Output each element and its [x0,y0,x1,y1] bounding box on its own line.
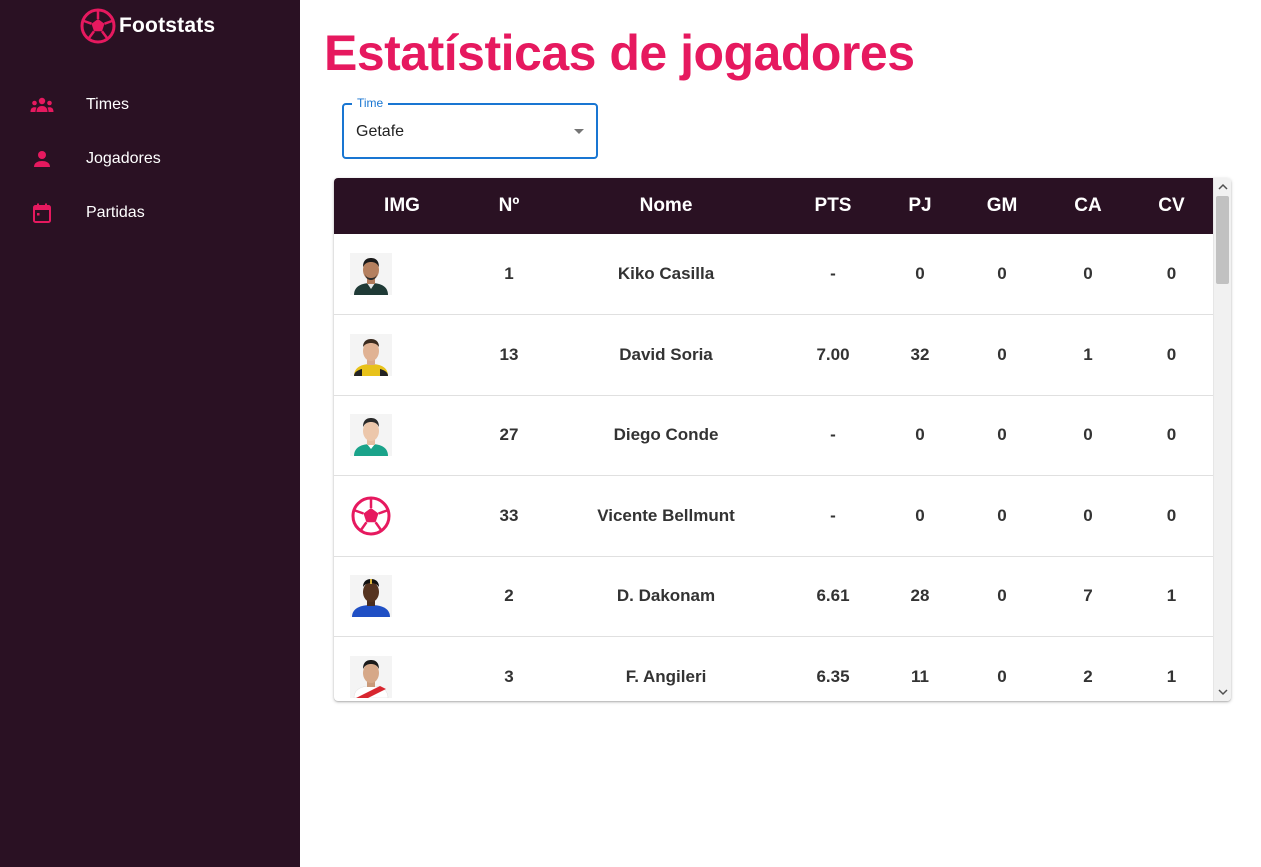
player-image-cell [334,556,470,637]
table-body: 1 Kiko Casilla - 0 0 0 0 13 David Soria … [334,234,1213,701]
player-pj: 0 [915,505,925,525]
table-row[interactable]: 1 Kiko Casilla - 0 0 0 0 [334,234,1213,315]
column-header-pj: PJ [908,195,932,216]
player-ca: 0 [1083,264,1093,283]
player-ca: 7 [1083,586,1093,606]
player-pts: 7.00 [816,344,850,364]
player-image-cell [334,395,470,476]
players-table-container: IMG Nº Nome PTS PJ GM CA CV 1 Kiko Casil… [334,178,1231,701]
scrollbar-thumb[interactable] [1216,196,1229,284]
player-name: Vicente Bellmunt [597,505,735,525]
player-pts: 6.61 [816,586,850,606]
player-pj: 0 [915,264,925,283]
player-name: D. Dakonam [616,586,716,606]
sidebar-item-jogadores[interactable]: Jogadores [0,132,300,186]
player-name: Diego Conde [613,425,719,445]
player-cv: 1 [1166,586,1177,606]
table-row[interactable]: 27 Diego Conde - 0 0 0 0 [334,395,1213,476]
brand[interactable]: Footstats [80,7,215,45]
table-header-row: IMG Nº Nome PTS PJ GM CA CV [334,178,1213,234]
player-pts: - [830,425,836,445]
chevron-down-icon [574,129,584,134]
team-select-value: Getafe [356,123,405,140]
table-row[interactable]: 13 David Soria 7.00 32 0 1 0 [334,315,1213,396]
player-cv: 0 [1166,425,1177,445]
player-number: 33 [499,505,519,525]
player-number: 13 [499,344,519,364]
player-image-cell [334,476,470,557]
sidebar: Footstats Times Jogadores Partidas [0,0,300,867]
column-header-pts: PTS [814,195,852,216]
player-cv: 0 [1166,505,1177,525]
player-name: David Soria [619,344,713,364]
team-select[interactable]: Time Getafe [342,96,598,159]
column-header-cv: CV [1158,195,1185,216]
player-cv: 0 [1166,344,1177,364]
player-name: Kiko Casilla [617,264,715,283]
calendar-icon [30,201,54,225]
player-gm: 0 [997,344,1007,364]
sidebar-nav: Times Jogadores Partidas [0,78,300,240]
player-ca: 2 [1083,666,1093,686]
soccer-ball-icon [80,8,116,44]
player-ca: 1 [1083,344,1093,364]
player-gm: 0 [997,666,1007,686]
player-image-cell [334,315,470,396]
player-cv: 0 [1166,264,1177,283]
player-number: 1 [504,264,514,283]
player-pts: - [830,264,836,283]
table-row[interactable]: 3 F. Angileri 6.35 11 0 2 1 [334,637,1213,702]
sidebar-item-times[interactable]: Times [0,78,300,132]
player-pj: 32 [910,344,930,364]
player-ca: 0 [1083,425,1093,445]
column-header-number: Nº [498,195,520,216]
person-icon [30,147,54,171]
player-pts: 6.35 [816,666,850,686]
player-photo [350,333,392,376]
player-cv: 1 [1166,666,1177,686]
player-photo [350,253,392,295]
player-gm: 0 [997,586,1007,606]
table-row[interactable]: 2 D. Dakonam 6.61 28 0 7 1 [334,556,1213,637]
player-name: F. Angileri [625,666,707,686]
chevron-up-icon[interactable] [1218,183,1228,190]
sidebar-item-label: Times [86,96,129,113]
sidebar-item-partidas[interactable]: Partidas [0,186,300,240]
column-header-ca: CA [1074,195,1102,216]
chevron-down-icon[interactable] [1218,689,1228,696]
column-header-img: IMG [384,195,420,216]
player-photo [350,414,392,457]
page-title: Estatísticas de jogadores [324,25,915,81]
soccer-ball-icon [351,496,391,536]
column-header-name: Nome [639,195,693,216]
groups-icon [30,93,54,117]
player-number: 27 [499,425,519,445]
column-header-gm: GM [986,195,1018,216]
player-number: 3 [504,666,514,686]
players-table: IMG Nº Nome PTS PJ GM CA CV 1 Kiko Casil… [334,178,1213,701]
table-row[interactable]: 33 Vicente Bellmunt - 0 0 0 0 [334,476,1213,557]
brand-name: Footstats [119,14,216,37]
player-image-cell [334,234,470,315]
player-pj: 0 [915,425,925,445]
table-scrollbar[interactable] [1213,178,1231,701]
player-photo [350,575,392,618]
team-select-label: Time [352,96,389,110]
sidebar-item-label: Jogadores [86,150,161,167]
app-root: Footstats Times Jogadores Partidas Estat… [0,0,1261,867]
player-image-cell [334,637,470,702]
sidebar-item-label: Partidas [86,204,145,221]
player-gm: 0 [997,425,1007,445]
player-pj: 28 [910,586,930,606]
player-ca: 0 [1083,505,1093,525]
player-photo [350,655,392,698]
player-pj: 11 [911,666,929,686]
player-gm: 0 [997,505,1007,525]
table-header: IMG Nº Nome PTS PJ GM CA CV [334,178,1213,234]
player-pts: - [830,505,836,525]
player-number: 2 [504,586,514,606]
player-gm: 0 [997,264,1007,283]
